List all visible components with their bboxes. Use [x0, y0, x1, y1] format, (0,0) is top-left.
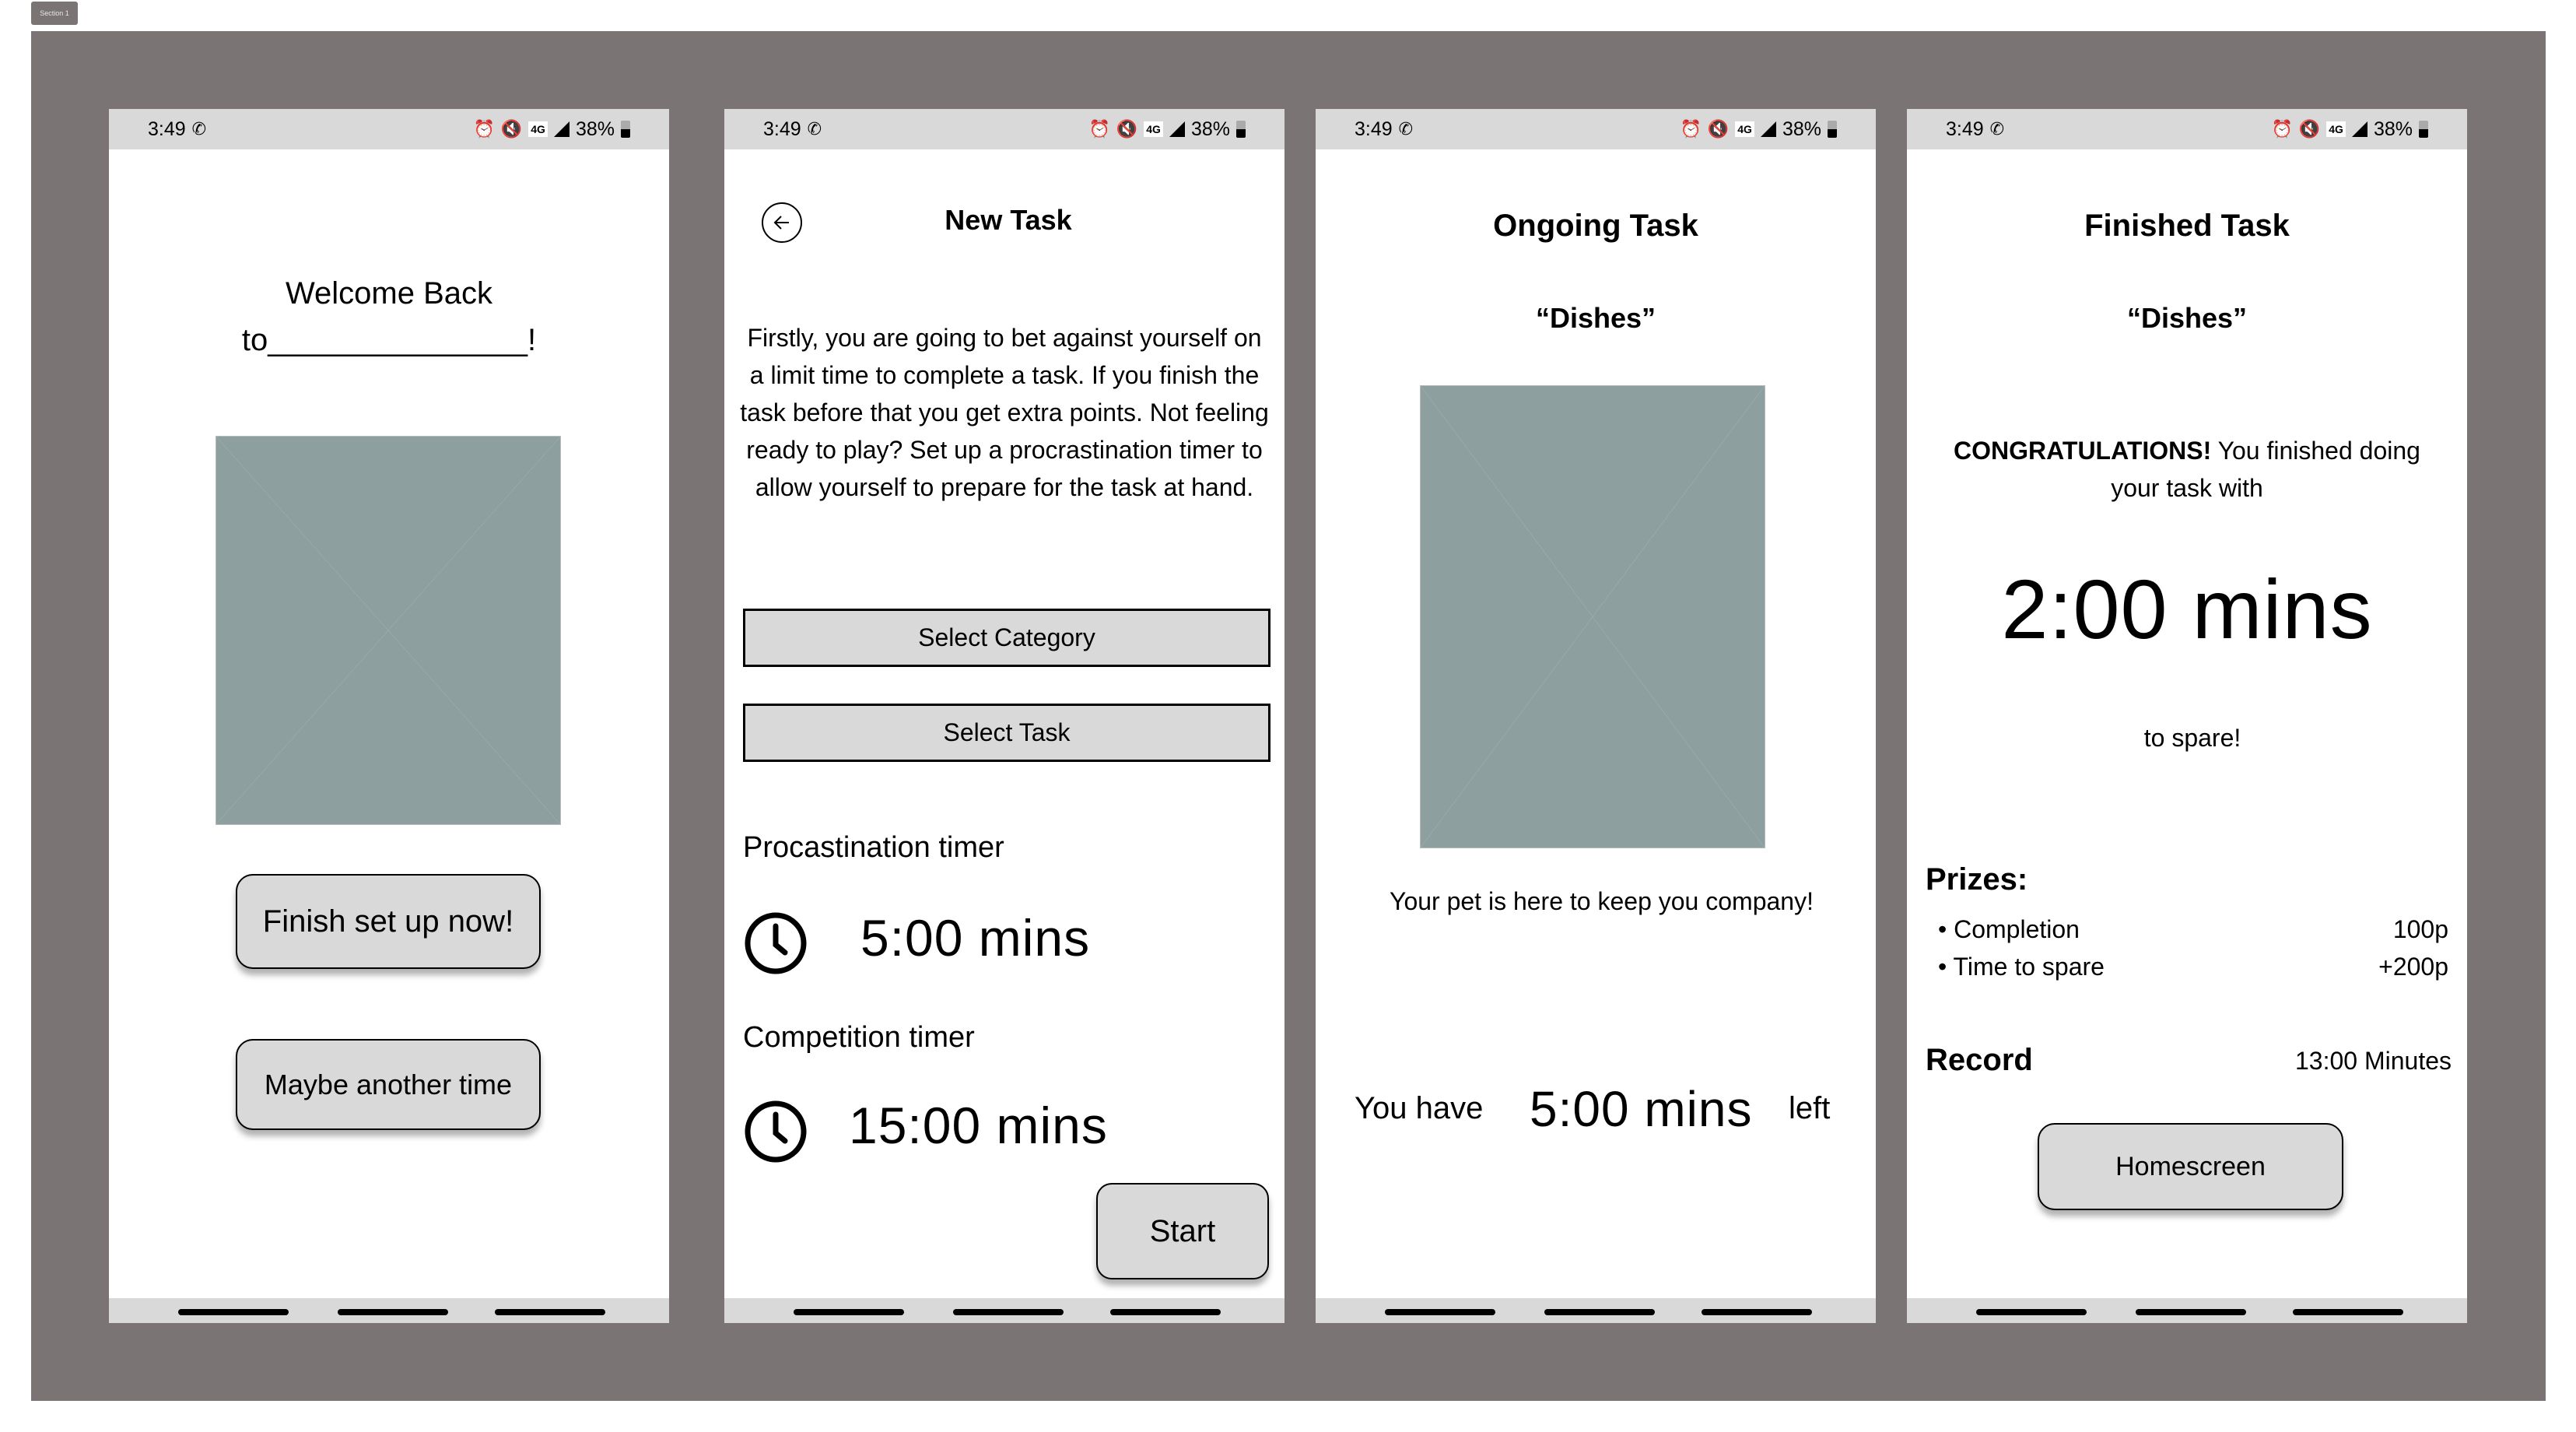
nav-pill[interactable]	[1385, 1309, 1495, 1315]
signal-icon	[1760, 121, 1776, 137]
navigation-bar	[724, 1298, 1284, 1323]
vibrate-mute-icon: 🔇	[1707, 119, 1730, 139]
nav-pill[interactable]	[2136, 1309, 2246, 1315]
4g-icon: 4G	[528, 121, 548, 137]
procrastination-timer-value[interactable]: 5:00 mins	[860, 908, 1090, 967]
finish-setup-button[interactable]: Finish set up now!	[236, 874, 541, 969]
placeholder-image	[216, 436, 561, 825]
status-bar: 3:49 ✆ ⏰ 🔇 4G 38%	[1316, 109, 1876, 149]
page-title: New Task	[945, 204, 1072, 236]
task-description: Firstly, you are going to bet against yo…	[740, 324, 1269, 501]
remaining-prefix: You have	[1355, 1091, 1484, 1125]
prizes-list: • Completion 100p • Time to spare +200p	[1938, 911, 2448, 985]
status-bar: 3:49 ✆ ⏰ 🔇 4G 38%	[109, 109, 669, 149]
vibrate-mute-icon: 🔇	[2298, 119, 2321, 139]
welcome-screen: 3:49 ✆ ⏰ 🔇 4G 38% Welcome Back to_______…	[109, 109, 669, 1323]
start-button[interactable]: Start	[1096, 1183, 1269, 1279]
whatsapp-icon: ✆	[1398, 119, 1414, 139]
welcome-title-line1: Welcome Back	[285, 276, 492, 311]
select-task-dropdown[interactable]: Select Task	[743, 704, 1270, 762]
whatsapp-icon: ✆	[1989, 119, 2005, 139]
procrastination-timer-label: Procastination timer	[743, 831, 1004, 864]
prize-points: 100p	[2392, 914, 2448, 943]
section-label: Section 1	[31, 2, 78, 25]
prize-row: • Completion 100p	[1938, 911, 2448, 948]
4g-icon: 4G	[1735, 121, 1754, 137]
status-bar: 3:49 ✆ ⏰ 🔇 4G 38%	[724, 109, 1284, 149]
clock-icon	[745, 912, 807, 974]
vibrate-mute-icon: 🔇	[500, 119, 523, 139]
4g-icon: 4G	[1144, 121, 1163, 137]
alarm-icon: ⏰	[1088, 119, 1110, 139]
nav-pill[interactable]	[495, 1309, 605, 1315]
welcome-title-line2: to_______________!	[241, 323, 537, 357]
task-name: “Dishes”	[1535, 302, 1656, 334]
remaining-time: 5:00 mins	[1530, 1081, 1753, 1137]
finished-task-screen: 3:49 ✆ ⏰ 🔇 4G 38% Finished Task “Dishes”…	[1907, 109, 2467, 1323]
battery-percent: 38%	[2373, 118, 2413, 140]
maybe-later-button[interactable]: Maybe another time	[236, 1039, 541, 1130]
status-time: 3:49	[1946, 118, 1984, 140]
prize-name: • Time to spare	[1938, 952, 2105, 981]
alarm-icon: ⏰	[473, 119, 495, 139]
nav-pill[interactable]	[953, 1309, 1064, 1315]
battery-percent: 38%	[1782, 118, 1821, 140]
spare-time-value: 2:00 mins	[2001, 562, 2373, 656]
navigation-bar	[1316, 1298, 1876, 1323]
battery-icon	[621, 121, 630, 138]
battery-percent: 38%	[575, 118, 615, 140]
congratulations-message: CONGRATULATIONS! You finished doing your…	[1938, 432, 2436, 507]
prize-name: • Completion	[1938, 914, 2080, 943]
status-time: 3:49	[148, 118, 186, 140]
prizes-label: Prizes:	[1926, 862, 2028, 897]
nav-pill[interactable]	[338, 1309, 448, 1315]
spare-time-suffix: to spare!	[2143, 724, 2241, 752]
task-name: “Dishes”	[2126, 302, 2248, 334]
nav-pill[interactable]	[1976, 1309, 2087, 1315]
signal-icon	[553, 121, 570, 137]
competition-timer-label: Competition timer	[743, 1021, 975, 1054]
status-time: 3:49	[1355, 118, 1393, 140]
pet-placeholder-image	[1420, 385, 1765, 848]
navigation-bar	[109, 1298, 669, 1323]
alarm-icon: ⏰	[1680, 119, 1702, 139]
alarm-icon: ⏰	[2271, 119, 2293, 139]
battery-percent: 38%	[1190, 118, 1230, 140]
battery-icon	[1236, 121, 1246, 138]
homescreen-button[interactable]: Homescreen	[2038, 1123, 2343, 1210]
page-title: Ongoing Task	[1493, 209, 1698, 243]
record-label: Record	[1926, 1043, 2033, 1077]
new-task-screen: 3:49 ✆ ⏰ 🔇 4G 38% New Task Firstly, you …	[724, 109, 1284, 1323]
pet-message: Your pet is here to keep you company!	[1390, 887, 1814, 915]
remaining-suffix: left	[1789, 1091, 1831, 1125]
page-title: Finished Task	[2084, 209, 2290, 243]
whatsapp-icon: ✆	[191, 119, 207, 139]
nav-pill[interactable]	[178, 1309, 289, 1315]
nav-pill[interactable]	[794, 1309, 904, 1315]
prize-points: +200p	[2378, 952, 2448, 981]
nav-pill[interactable]	[1544, 1309, 1655, 1315]
whatsapp-icon: ✆	[807, 119, 822, 139]
navigation-bar	[1907, 1298, 2467, 1323]
record-value: 13:00 Minutes	[2294, 1047, 2452, 1075]
4g-icon: 4G	[2326, 121, 2346, 137]
nav-pill[interactable]	[1110, 1309, 1221, 1315]
status-bar: 3:49 ✆ ⏰ 🔇 4G 38%	[1907, 109, 2467, 149]
battery-icon	[1828, 121, 1837, 138]
vibrate-mute-icon: 🔇	[1116, 119, 1138, 139]
signal-icon	[1169, 121, 1185, 137]
nav-pill[interactable]	[2293, 1309, 2403, 1315]
congratulations-bold: CONGRATULATIONS!	[1954, 437, 2212, 465]
signal-icon	[2351, 121, 2367, 137]
prize-row: • Time to spare +200p	[1938, 948, 2448, 985]
nav-pill[interactable]	[1702, 1309, 1812, 1315]
status-time: 3:49	[763, 118, 801, 140]
battery-icon	[2419, 121, 2428, 138]
ongoing-task-screen: 3:49 ✆ ⏰ 🔇 4G 38% Ongoing Task “Dishes” …	[1316, 109, 1876, 1323]
clock-icon	[745, 1100, 807, 1163]
select-category-dropdown[interactable]: Select Category	[743, 609, 1270, 667]
competition-timer-value[interactable]: 15:00 mins	[849, 1096, 1108, 1155]
